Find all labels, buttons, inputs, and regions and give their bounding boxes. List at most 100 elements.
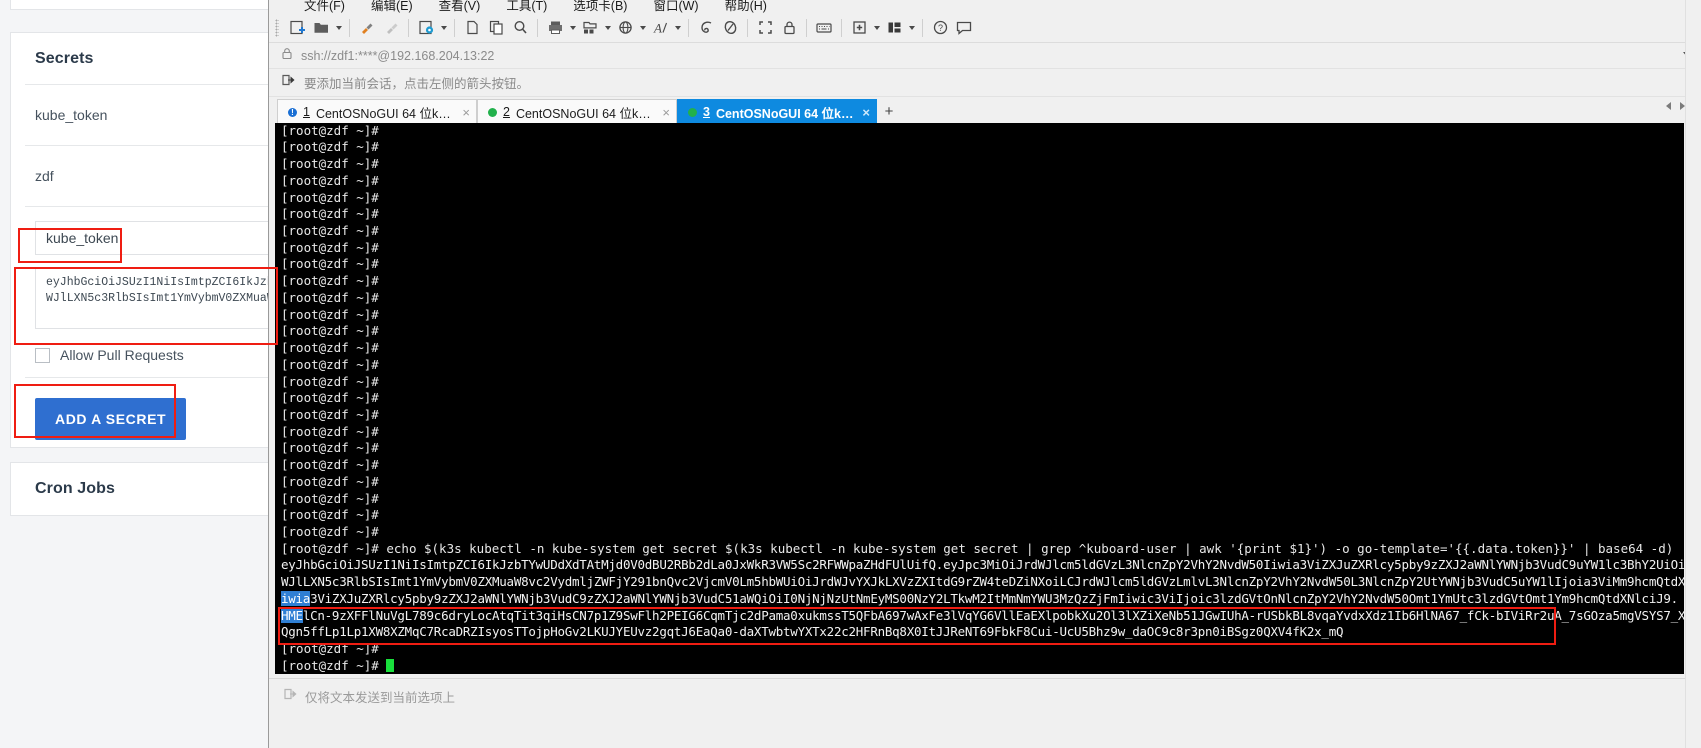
terminal-prompt-line: [root@zdf ~]# bbox=[281, 356, 379, 372]
terminal-prompt-line: [root@zdf ~]# bbox=[281, 423, 379, 439]
svg-text:?: ? bbox=[937, 23, 942, 33]
toolbar-separator bbox=[747, 18, 748, 37]
terminal-token-line: iwia3ViZXJuZXRlcy5pby9zZXJ2aWNlYWNjb3Vud… bbox=[281, 590, 1678, 606]
help-icon[interactable]: ? bbox=[928, 16, 952, 40]
tab-session-2[interactable]: 2 CentOSNoGUI 64 位k3s单机, ... × bbox=[477, 99, 677, 124]
toolbar-grip[interactable] bbox=[275, 18, 279, 37]
address-bar[interactable]: ssh://zdf1:****@192.168.204.13:22 bbox=[269, 43, 1701, 69]
terminal-command-line: [root@zdf ~]# echo $(k3s kubectl -n kube… bbox=[281, 540, 1674, 556]
menu-item-tabs[interactable]: 选项卡(B) bbox=[560, 0, 640, 13]
terminal-prompt-line: [root@zdf ~]# bbox=[281, 139, 379, 155]
add-secret-row: ADD A SECRET bbox=[11, 378, 280, 440]
log-icon[interactable] bbox=[694, 16, 718, 40]
tab-scroll-controls bbox=[1666, 102, 1685, 110]
secret-value-textarea[interactable] bbox=[35, 267, 280, 329]
find-icon[interactable] bbox=[508, 16, 532, 40]
font-icon[interactable]: A bbox=[648, 16, 672, 40]
close-icon[interactable]: × bbox=[862, 106, 870, 119]
terminal-prompt-line: [root@zdf ~]# bbox=[281, 273, 379, 289]
warning-status-icon: ! bbox=[288, 107, 297, 117]
toolbar-separator bbox=[841, 18, 842, 37]
svg-text:A: A bbox=[653, 21, 662, 36]
terminal-prompt-line: [root@zdf ~]# bbox=[281, 507, 379, 523]
connect-icon[interactable] bbox=[355, 16, 379, 40]
layout-icon[interactable] bbox=[882, 16, 906, 40]
paste-icon[interactable] bbox=[484, 16, 508, 40]
screen-root: Secrets kube_token zdf Allow Pull Reques… bbox=[0, 0, 1701, 748]
add-pane-dropdown-arrow[interactable] bbox=[871, 16, 882, 40]
terminal-prompt-line: [root@zdf ~]# bbox=[281, 373, 379, 389]
terminal-token-line: Qgn5ffLp1Lp1XW8XZMqC7RcaDRZIsyosTTojpHoG… bbox=[281, 624, 1344, 640]
allow-pull-requests-checkbox[interactable] bbox=[35, 347, 50, 363]
tab-session-3[interactable]: 3 CentOSNoGUI 64 位k3s单... × bbox=[677, 99, 877, 124]
print-icon[interactable] bbox=[543, 16, 567, 40]
terminal-prompt-line: [root@zdf ~]# bbox=[281, 523, 379, 539]
terminal-prompt-line: [root@zdf ~]# bbox=[281, 323, 379, 339]
keyboard-icon[interactable] bbox=[812, 16, 836, 40]
list-item[interactable]: kube_token bbox=[11, 85, 280, 145]
tab-scroll-left-icon[interactable] bbox=[1666, 102, 1671, 110]
hint-bar: 要添加当前会话，点击左侧的箭头按钮。 bbox=[269, 69, 1701, 97]
menu-item-tools[interactable]: 工具(T) bbox=[493, 0, 560, 13]
toolbar: A ? bbox=[269, 13, 1701, 43]
terminal-token-output[interactable]: eyJhbGciOiJSUzI1NiIsImtpZCI6IkJzbTYwUDdX… bbox=[281, 557, 1684, 641]
toolbar-separator bbox=[688, 18, 689, 37]
list-item[interactable]: zdf bbox=[11, 146, 280, 206]
terminal-prompt-line: [root@zdf ~]# bbox=[281, 306, 379, 322]
menu-item-file[interactable]: 文件(F) bbox=[291, 0, 358, 13]
send-arrow-icon[interactable] bbox=[283, 687, 297, 706]
menu-item-view[interactable]: 查看(V) bbox=[426, 0, 494, 13]
menu-bar: 文件(F) 编辑(E) 查看(V) 工具(T) 选项卡(B) 窗口(W) 帮助(… bbox=[269, 0, 1701, 13]
toolbar-separator bbox=[537, 18, 538, 37]
close-icon[interactable]: × bbox=[662, 106, 670, 119]
toolbar-separator bbox=[408, 18, 409, 37]
webapp-panel: Secrets kube_token zdf Allow Pull Reques… bbox=[0, 0, 280, 748]
terminal-output[interactable]: [root@zdf ~]# [root@zdf ~]# [root@zdf ~]#[… bbox=[275, 123, 1684, 674]
session-properties-icon[interactable] bbox=[414, 16, 438, 40]
send-to-tab-bar: 仅将文本发送到当前选项上 bbox=[269, 678, 1701, 748]
terminal-prompt-line: [root@zdf ~]# bbox=[281, 156, 379, 172]
open-folder-dropdown-arrow[interactable] bbox=[333, 16, 344, 40]
disconnect-icon[interactable] bbox=[379, 16, 403, 40]
toolbar-separator bbox=[806, 18, 807, 37]
copy-icon[interactable] bbox=[460, 16, 484, 40]
add-pane-icon[interactable] bbox=[847, 16, 871, 40]
feedback-icon[interactable] bbox=[952, 16, 976, 40]
fullscreen-icon[interactable] bbox=[753, 16, 777, 40]
allow-pull-requests-row[interactable]: Allow Pull Requests bbox=[11, 334, 280, 363]
globe-icon[interactable] bbox=[613, 16, 637, 40]
open-folder-icon[interactable] bbox=[309, 16, 333, 40]
session-properties-dropdown-arrow[interactable] bbox=[438, 16, 449, 40]
terminal-prompt-line: [root@zdf ~]# bbox=[281, 239, 379, 255]
secret-name-input[interactable] bbox=[35, 221, 280, 255]
secrets-card: Secrets kube_token zdf Allow Pull Reques… bbox=[10, 32, 280, 448]
terminal-prompt-line: [root@zdf ~]# bbox=[281, 440, 379, 456]
terminal-prompt-line: [root@zdf ~]# bbox=[281, 223, 379, 239]
file-transfer-dropdown-arrow[interactable] bbox=[602, 16, 613, 40]
file-transfer-icon[interactable] bbox=[578, 16, 602, 40]
terminal-prompt-line: [root@zdf ~]# bbox=[281, 206, 379, 222]
tab-session-1[interactable]: ! 1 CentOSNoGUI 64 位k3s单机, ... × bbox=[277, 99, 477, 124]
toolbar-separator bbox=[922, 18, 923, 37]
terminal-prompt-line: [root@zdf ~]# bbox=[281, 340, 379, 356]
font-dropdown-arrow[interactable] bbox=[672, 16, 683, 40]
close-icon[interactable]: × bbox=[462, 106, 470, 119]
compose-icon[interactable] bbox=[718, 16, 742, 40]
menu-item-edit[interactable]: 编辑(E) bbox=[358, 0, 426, 13]
add-session-arrow-icon[interactable] bbox=[281, 73, 295, 92]
menu-item-help[interactable]: 帮助(H) bbox=[712, 0, 780, 13]
new-session-icon[interactable] bbox=[285, 16, 309, 40]
terminal-prompt-line: [root@zdf ~]# bbox=[281, 390, 379, 406]
menu-item-window[interactable]: 窗口(W) bbox=[640, 0, 711, 13]
terminal-prompt-line: [root@zdf ~]# bbox=[281, 473, 379, 489]
layout-dropdown-arrow[interactable] bbox=[906, 16, 917, 40]
send-bar-text: 仅将文本发送到当前选项上 bbox=[305, 691, 456, 705]
terminal-token-line: HMElCn-9zXFFlNuVgL789c6dryLocAtqTit3qiHs… bbox=[281, 607, 1684, 623]
new-tab-button[interactable]: + bbox=[877, 99, 901, 124]
lock-icon[interactable] bbox=[777, 16, 801, 40]
tab-number: 3 bbox=[703, 105, 710, 119]
print-dropdown-arrow[interactable] bbox=[567, 16, 578, 40]
window-scrollbar[interactable] bbox=[1685, 0, 1701, 748]
add-secret-button[interactable]: ADD A SECRET bbox=[35, 398, 187, 440]
globe-dropdown-arrow[interactable] bbox=[637, 16, 648, 40]
